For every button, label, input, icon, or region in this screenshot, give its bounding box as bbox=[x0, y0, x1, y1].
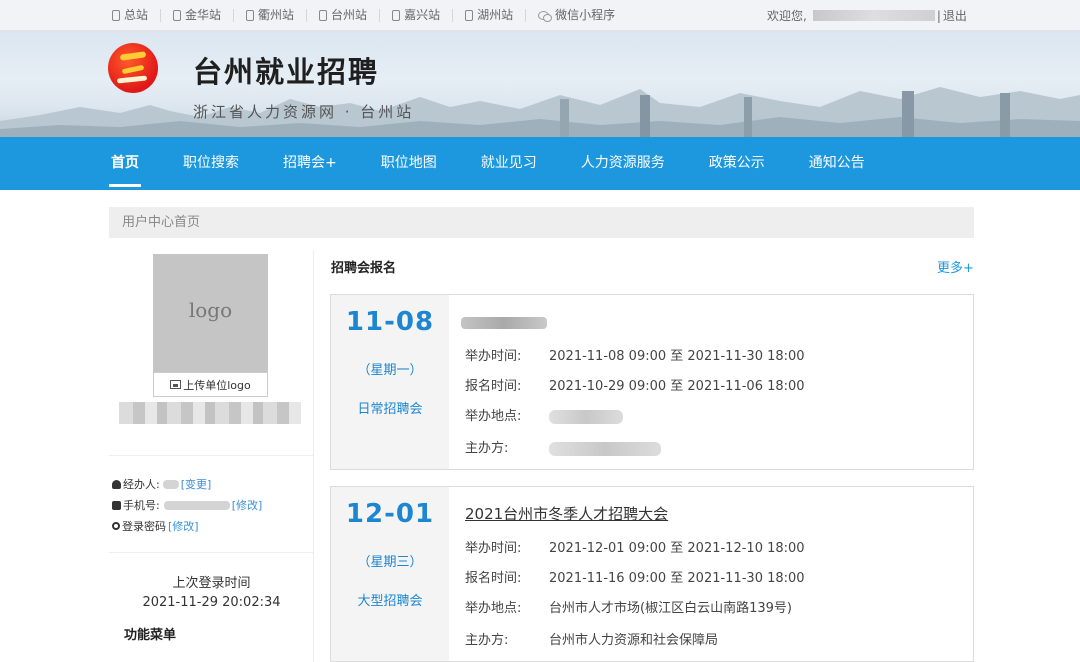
logo-placeholder-text: logo bbox=[188, 298, 233, 322]
mobile-icon bbox=[465, 10, 474, 21]
fair-hold-time: 2021-12-01 09:00 至 2021-12-10 18:00 bbox=[549, 541, 805, 556]
nav-job-fair[interactable]: 招聘会+ bbox=[283, 137, 337, 190]
fair-host-row: 主办方: 台州市人力资源和社会保障局 bbox=[465, 633, 719, 648]
site-link-huzhou[interactable]: 湖州站 bbox=[465, 9, 527, 22]
fair-hold-time-row: 举办时间: 2021-12-01 09:00 至 2021-12-10 18:00 bbox=[465, 541, 805, 556]
site-link-quzhou[interactable]: 衢州站 bbox=[246, 9, 308, 22]
wechat-miniprogram-link[interactable]: 微信小程序 bbox=[538, 9, 627, 22]
main-nav: 首页 职位搜索 招聘会+ 职位地图 就业见习 人力资源服务 政策公示 通知公告 bbox=[0, 137, 1080, 190]
fair-weekday: （星期三） bbox=[357, 555, 423, 570]
person-icon bbox=[112, 479, 121, 489]
agent-name-redacted bbox=[162, 479, 179, 489]
phone-number-redacted bbox=[163, 500, 230, 510]
mobile-icon bbox=[246, 10, 255, 21]
edit-phone-link[interactable]: [修改] bbox=[232, 497, 263, 513]
fair-signup-time-row: 报名时间: 2021-11-16 09:00 至 2021-11-30 18:00 bbox=[465, 571, 805, 586]
edit-password-link[interactable]: [修改] bbox=[168, 518, 199, 534]
city-skyline-illustration bbox=[0, 87, 1080, 137]
nav-policy[interactable]: 政策公示 bbox=[709, 137, 765, 190]
site-link-jiaxing[interactable]: 嘉兴站 bbox=[392, 9, 454, 22]
fair-type: 日常招聘会 bbox=[357, 402, 423, 417]
change-agent-link[interactable]: [变更] bbox=[181, 476, 212, 492]
upload-logo-button[interactable]: 上传单位logo bbox=[153, 372, 268, 397]
fair-host-row: 主办方: bbox=[465, 437, 661, 456]
phone-icon bbox=[112, 500, 121, 510]
welcome-area: 欢迎您, | 退出 bbox=[767, 0, 967, 31]
wechat-icon bbox=[538, 10, 553, 22]
site-logo-icon[interactable] bbox=[108, 43, 158, 93]
mobile-icon bbox=[173, 10, 182, 21]
fair-place-row: 举办地点: bbox=[465, 405, 623, 424]
mobile-icon bbox=[112, 10, 120, 21]
fair-date: 11-08 bbox=[345, 307, 435, 337]
last-login-time: 2021-11-29 20:02:34 bbox=[142, 595, 281, 610]
divider bbox=[109, 552, 314, 553]
fair-date-panel: 11-08 （星期一） 日常招聘会 bbox=[331, 295, 449, 469]
divider bbox=[109, 455, 314, 456]
logout-link[interactable]: 退出 bbox=[943, 7, 967, 24]
job-fair-card: 11-08 （星期一） 日常招聘会 举办时间: 2021-11-08 09:00 … bbox=[330, 294, 974, 470]
fair-title-redacted[interactable] bbox=[461, 317, 547, 329]
fair-signup-time: 2021-11-16 09:00 至 2021-11-30 18:00 bbox=[549, 571, 805, 586]
nav-notices[interactable]: 通知公告 bbox=[809, 137, 865, 190]
fair-host: 台州市人力资源和社会保障局 bbox=[549, 633, 719, 648]
site-link-main[interactable]: 总站 bbox=[112, 9, 162, 22]
site-link-taizhou[interactable]: 台州站 bbox=[319, 9, 381, 22]
username-redacted bbox=[812, 10, 935, 21]
company-logo-placeholder: logo 上传单位logo bbox=[153, 254, 268, 397]
fair-weekday: （星期一） bbox=[357, 363, 423, 378]
section-title: 招聘会报名 bbox=[331, 261, 397, 276]
fair-hold-time-row: 举办时间: 2021-11-08 09:00 至 2021-11-30 18:00 bbox=[465, 349, 805, 364]
breadcrumb: 用户中心首页 bbox=[109, 207, 974, 238]
mobile-icon bbox=[392, 10, 401, 21]
user-sidebar: logo 上传单位logo 经办人: [变更] 手机号: [修改] 登录密码 [… bbox=[109, 250, 314, 662]
fair-place-redacted bbox=[549, 409, 623, 424]
site-subtitle: 浙江省人力资源网 · 台州站 bbox=[193, 103, 415, 121]
site-link-jinhua[interactable]: 金华站 bbox=[173, 9, 235, 22]
key-icon bbox=[112, 522, 120, 530]
fair-type: 大型招聘会 bbox=[357, 594, 423, 609]
last-login-title: 上次登录时间 bbox=[172, 576, 251, 591]
job-fair-card: 12-01 （星期三） 大型招聘会 2021台州市冬季人才招聘大会 举办时间: 2… bbox=[330, 486, 974, 662]
fair-signup-time: 2021-10-29 09:00 至 2021-11-06 18:00 bbox=[549, 379, 805, 394]
site-links: 总站 金华站 衢州站 台州站 嘉兴站 湖州站 微信小程序 bbox=[112, 0, 639, 31]
nav-job-search[interactable]: 职位搜索 bbox=[183, 137, 239, 190]
nav-home[interactable]: 首页 bbox=[109, 137, 141, 190]
more-link[interactable]: 更多+ bbox=[937, 257, 974, 276]
fair-date-panel: 12-01 （星期三） 大型招聘会 bbox=[331, 487, 449, 661]
nav-job-map[interactable]: 职位地图 bbox=[381, 137, 437, 190]
nav-internship[interactable]: 就业见习 bbox=[481, 137, 537, 190]
fair-hold-time: 2021-11-08 09:00 至 2021-11-30 18:00 bbox=[549, 349, 805, 364]
site-title: 台州就业招聘 bbox=[193, 55, 380, 89]
image-icon bbox=[170, 380, 182, 389]
fair-title-link[interactable]: 2021台州市冬季人才招聘大会 bbox=[465, 503, 668, 524]
fair-signup-time-row: 报名时间: 2021-10-29 09:00 至 2021-11-06 18:00 bbox=[465, 379, 805, 394]
fair-place: 台州市人才市场(椒江区白云山南路139号) bbox=[549, 601, 792, 616]
function-menu-title: 功能菜单 bbox=[124, 628, 177, 643]
separator: | bbox=[936, 8, 941, 23]
nav-hr-services[interactable]: 人力资源服务 bbox=[581, 137, 665, 190]
fair-place-row: 举办地点: 台州市人才市场(椒江区白云山南路139号) bbox=[465, 601, 792, 616]
fair-host-redacted bbox=[549, 441, 661, 456]
phone-row: 手机号: [修改] bbox=[112, 497, 262, 513]
password-row: 登录密码 [修改] bbox=[112, 518, 199, 534]
company-name-redacted bbox=[119, 402, 301, 424]
mobile-icon bbox=[319, 10, 328, 21]
site-banner: 台州就业招聘 浙江省人力资源网 · 台州站 bbox=[0, 31, 1080, 137]
top-bar: 总站 金华站 衢州站 台州站 嘉兴站 湖州站 微信小程序 欢迎您, | 退出 bbox=[0, 0, 1080, 31]
agent-row: 经办人: [变更] bbox=[112, 476, 211, 492]
welcome-text: 欢迎您, bbox=[767, 9, 807, 23]
fair-date: 12-01 bbox=[345, 499, 435, 529]
